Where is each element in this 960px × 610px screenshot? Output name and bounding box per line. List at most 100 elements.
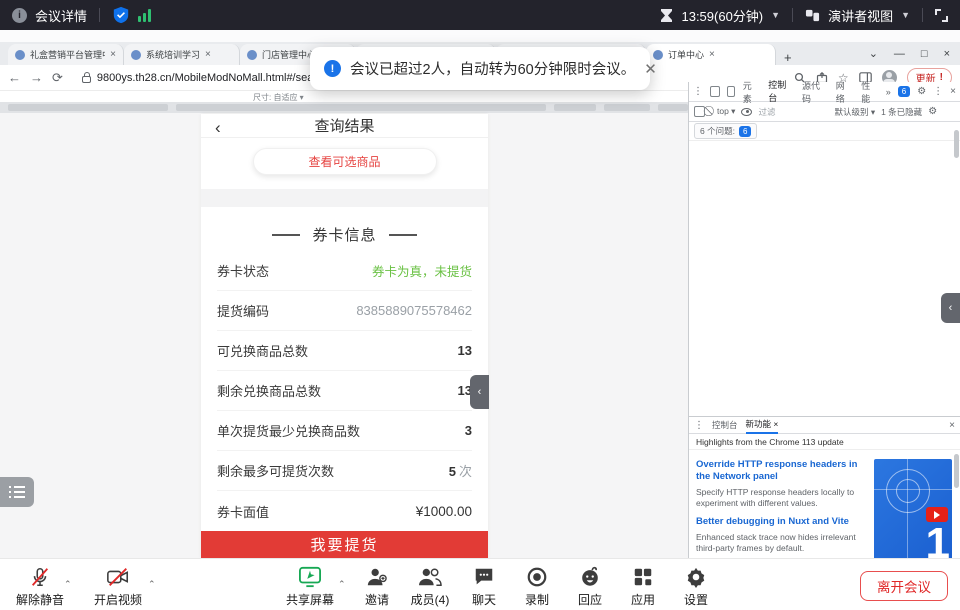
tab-elements[interactable]: 元素 [742, 76, 761, 108]
settings-gear-icon [684, 565, 708, 589]
fullscreen-icon[interactable] [935, 9, 948, 22]
record-icon [525, 565, 549, 589]
drawer-tab-whatsnew[interactable]: 新功能 × [746, 416, 779, 434]
pickup-cta-button[interactable]: 我要提货 [201, 531, 488, 558]
bookmark-item[interactable] [658, 104, 688, 111]
browser-tab-active[interactable]: 订单中心 × [646, 44, 776, 65]
new-tab-button[interactable]: + [784, 50, 792, 65]
tab-console[interactable]: 控制台 [767, 75, 794, 109]
settings-label: 设置 [684, 591, 708, 608]
collapse-handle-icon[interactable]: ‹ [470, 375, 489, 409]
maximize-icon[interactable]: □ [921, 48, 928, 60]
meeting-details-label[interactable]: 会议详情 [35, 6, 87, 25]
whatsnew-article-text: Enhanced stack trace now hides irrelevan… [696, 532, 866, 554]
dash-left [272, 234, 300, 236]
browser-tab[interactable]: 系统培训学习 × [124, 44, 240, 65]
drawer-close-icon[interactable]: × [949, 420, 955, 431]
mute-button[interactable]: 解除静音 ⌃ [8, 565, 72, 608]
view-caret-icon[interactable]: ▼ [901, 10, 910, 20]
share-label: 共享屏幕 [286, 591, 334, 608]
view-mode-label[interactable]: 演讲者视图 [828, 6, 893, 25]
tab-sources[interactable]: 源代码 [801, 76, 828, 108]
mute-options-chevron[interactable]: ⌃ [64, 579, 72, 590]
console-sidebar-icon[interactable] [694, 106, 705, 117]
face-value: ¥1000.00 [416, 504, 472, 519]
devtools-panel: ⋮ 元素 控制台 源代码 网络 性能 » 6 ⚙ ⋮ × ⃠ top ▾ 默认级… [688, 82, 960, 558]
tab-close-icon[interactable]: × [205, 49, 211, 60]
settings-button[interactable]: 设置 [664, 565, 728, 608]
kebab-menu-icon[interactable]: ⋮ [933, 86, 943, 97]
issues-count-badge: 6 [739, 126, 751, 137]
panel-collapse-handle-icon[interactable]: ‹ [941, 293, 960, 323]
issues-chip[interactable]: 6 个问题: 6 [694, 123, 757, 139]
invite-person-icon [365, 565, 389, 589]
bookmark-item[interactable] [176, 104, 547, 111]
invite-label: 邀请 [365, 591, 389, 608]
issues-badge[interactable]: 6 [898, 86, 910, 97]
log-levels-selector[interactable]: 默认级别 ▾ [834, 106, 875, 118]
more-tabs-icon[interactable]: » [886, 87, 891, 97]
tab-network[interactable]: 网络 [835, 76, 854, 108]
favicon [131, 50, 141, 60]
inspect-icon[interactable] [710, 86, 720, 97]
participants-label: 成员(4) [411, 591, 450, 608]
drawer-tab-console[interactable]: 控制台 [712, 419, 738, 431]
bookmark-item[interactable] [8, 104, 168, 111]
devtools-drawer: ⋮ 控制台 新功能 × × Highlights from the Chrome… [689, 416, 960, 558]
whatsnew-video-thumbnail[interactable]: 1 [874, 459, 952, 558]
back-icon[interactable]: ← [8, 70, 21, 85]
browser-frame [0, 30, 960, 42]
devtools-scrollbar[interactable] [953, 128, 959, 188]
bookmark-item[interactable] [604, 104, 650, 111]
kebab-menu-icon[interactable]: ⋮ [694, 420, 704, 431]
video-options-chevron[interactable]: ⌃ [148, 579, 156, 590]
info-icon: ! [324, 60, 341, 77]
live-expression-eye-icon[interactable] [741, 108, 752, 116]
window-close-icon[interactable]: × [944, 48, 950, 60]
share-screen-button[interactable]: 共享屏幕 ⌃ [278, 565, 342, 608]
drawer-scrollbar[interactable] [953, 450, 959, 558]
back-chevron-icon[interactable]: ‹ [215, 118, 221, 138]
info-value: 5次 [449, 461, 472, 480]
encryption-shield-icon[interactable] [112, 6, 130, 24]
divider [792, 8, 793, 22]
whatsnew-article-title[interactable]: Better debugging in Nuxt and Vite [696, 516, 866, 528]
timer-caret-icon[interactable]: ▼ [771, 10, 780, 20]
console-filter-input[interactable] [758, 107, 828, 117]
whatsnew-article-title[interactable]: Override HTTP response headers in the Ne… [696, 459, 866, 483]
video-button[interactable]: 开启视频 ⌃ [86, 565, 150, 608]
dash-right [389, 234, 417, 236]
reload-icon[interactable]: ⟳ [52, 70, 63, 86]
microphone-muted-icon [28, 565, 52, 589]
chat-label: 聊天 [472, 591, 496, 608]
view-layout-icon [805, 8, 820, 23]
browser-tab[interactable]: 礼盒营销平台管理中心 × [8, 44, 124, 65]
whatsnew-body: Override HTTP response headers in the Ne… [689, 450, 960, 558]
toast-close-icon[interactable]: ✕ [644, 60, 657, 78]
status-value: 券卡为真，未提货 [372, 261, 472, 280]
whatsnew-article-text: Specify HTTP response headers locally to… [696, 487, 866, 509]
info-label: 剩余最多可提货次数 [217, 461, 334, 480]
reaction-smiley-icon [578, 565, 602, 589]
meeting-info-icon[interactable]: i [12, 8, 27, 23]
context-selector[interactable]: top ▾ [717, 106, 735, 117]
tab-search-icon[interactable]: ⌄ [869, 47, 878, 60]
device-toggle-icon[interactable] [727, 86, 735, 97]
forward-icon[interactable]: → [30, 70, 43, 85]
tab-close-icon[interactable]: × [110, 49, 116, 60]
console-settings-gear-icon[interactable]: ⚙ [928, 106, 937, 117]
settings-gear-icon[interactable]: ⚙ [917, 86, 926, 97]
tab-close-icon[interactable]: × [709, 49, 715, 60]
devtools-close-icon[interactable]: × [950, 86, 956, 97]
list-icon [9, 486, 25, 498]
kebab-menu-icon[interactable]: ⋮ [693, 86, 703, 97]
meeting-list-chip[interactable] [0, 477, 34, 507]
bookmark-item[interactable] [554, 104, 596, 111]
network-signal-icon[interactable] [138, 8, 151, 22]
tab-performance[interactable]: 性能 [860, 76, 879, 108]
favicon [15, 50, 25, 60]
chat-icon [472, 565, 496, 589]
view-products-button[interactable]: 查看可选商品 [253, 148, 437, 175]
leave-meeting-button[interactable]: 离开会议 [860, 571, 948, 601]
minimize-icon[interactable]: — [894, 48, 905, 60]
